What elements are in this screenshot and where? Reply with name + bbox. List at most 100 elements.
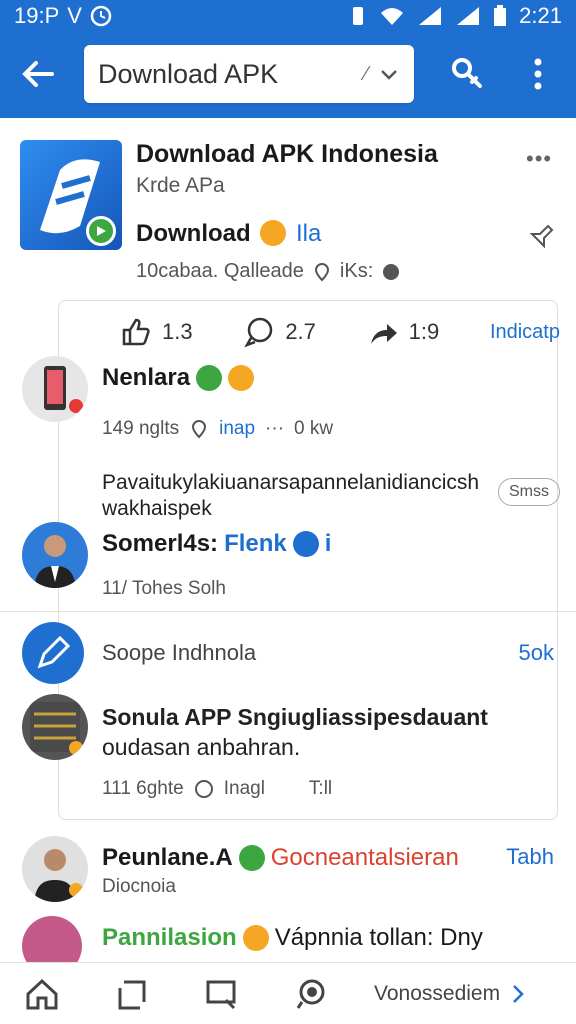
comment-item: Peunlane.A Gocneantalsieran Tabh Diocnoi… xyxy=(22,836,562,906)
app-bar: Download APK ⁄ xyxy=(0,32,576,118)
share-icon xyxy=(370,324,397,344)
inbox-icon[interactable] xyxy=(204,976,240,1012)
status-right: 2:21 xyxy=(349,3,562,29)
comment-text: Pavaitukylakiuanarsapannelanidiancicsh w… xyxy=(102,471,480,520)
avatar[interactable] xyxy=(22,522,88,588)
location-icon xyxy=(192,420,207,439)
comment-time: 11/ Tohes Solh xyxy=(102,578,226,599)
bottom-nav: Vonossediem xyxy=(0,962,576,1024)
nav-more[interactable]: Vonossediem xyxy=(374,982,526,1006)
comment-author[interactable]: Nenlara xyxy=(102,364,255,392)
more-horizontal-icon[interactable]: ••• xyxy=(526,146,552,172)
indicator-link[interactable]: Indicatp xyxy=(490,321,560,344)
see-more-pill[interactable]: Smss xyxy=(498,478,560,506)
post-time: 111 6ghte xyxy=(102,778,184,799)
author-tag[interactable]: Gocneantalsieran xyxy=(271,844,459,872)
comment-item: Somerl4s: Flenk i 11/ Tohes Solh xyxy=(22,522,562,618)
signal-icon xyxy=(419,7,442,25)
avatar[interactable] xyxy=(22,356,88,422)
comment-extra: 0 kw xyxy=(294,418,334,439)
author-tag[interactable]: Flenk xyxy=(224,530,287,558)
comment-icon xyxy=(244,317,273,348)
avatar[interactable] xyxy=(22,694,88,760)
edit-icon[interactable]: ⁄ xyxy=(365,63,368,86)
post-item: Sonula APP Sngiugliassipesdauant oudasan… xyxy=(22,694,562,814)
status-bar: 19:P V 2:21 xyxy=(0,0,576,32)
comment-time: 149 nglts xyxy=(102,418,180,439)
app-meta-tail: iKs: xyxy=(339,260,374,282)
search-input[interactable]: Download APK ⁄ xyxy=(84,45,414,103)
pin-icon[interactable] xyxy=(528,220,556,248)
like-button[interactable]: 1.3 xyxy=(120,316,193,348)
share-count: 1:9 xyxy=(408,319,440,344)
comment-meta: 149 nglts inap ··· 0 kw xyxy=(102,418,333,440)
search-icon[interactable] xyxy=(294,976,330,1012)
comment-author[interactable]: Pannilasion Vápnnia tollan: Dny xyxy=(102,924,483,952)
comment-button[interactable]: 2.7 xyxy=(243,316,316,348)
author-name: Somerl4s: xyxy=(102,530,219,557)
section-label: Soope Indhnola xyxy=(102,640,257,665)
verified-icon xyxy=(238,845,265,871)
play-badge-icon xyxy=(86,216,116,246)
pencil-icon xyxy=(22,622,84,684)
tools-icon[interactable] xyxy=(448,54,488,94)
section-header[interactable]: Soope Indhnola 5ok xyxy=(22,622,562,686)
author-name: Peunlane.A xyxy=(102,844,233,871)
ellipsis: ··· xyxy=(265,418,285,439)
comment-item: Pannilasion Vápnnia tollan: Dny xyxy=(22,916,562,976)
chevron-down-icon[interactable] xyxy=(378,63,400,85)
verified-icon xyxy=(292,531,319,557)
author-name: Pannilasion xyxy=(102,924,237,951)
nav-label-text: Vonossediem xyxy=(374,981,501,1005)
comment-meta: 11/ Tohes Solh xyxy=(102,578,226,600)
post-meta-3: T:ll xyxy=(308,778,333,799)
section-count[interactable]: 5ok xyxy=(519,640,554,666)
app-logo[interactable] xyxy=(20,140,122,250)
emoji-icon xyxy=(228,365,255,391)
post-meta-2: Inagl xyxy=(223,778,265,799)
back-arrow-icon[interactable] xyxy=(18,54,58,94)
v-icon: V xyxy=(67,3,82,28)
app-meta: 10cabaa. Qalleade iKs: xyxy=(136,260,401,283)
post-meta: 111 6ghte Inagl T:ll xyxy=(102,778,332,800)
avatar[interactable] xyxy=(22,836,88,902)
pages-icon[interactable] xyxy=(114,976,150,1012)
download-label[interactable]: Download xyxy=(136,220,251,248)
status-left: 19:P V xyxy=(14,3,112,29)
vibrate-icon xyxy=(353,7,364,25)
post-title: Sonula APP Sngiugliassipesdauant xyxy=(102,704,488,730)
comment-item: Nenlara 149 nglts inap ··· 0 kw Pavaituk… xyxy=(22,356,562,526)
app-subtitle: Krde APa xyxy=(136,174,225,197)
chevron-right-icon xyxy=(513,984,524,1003)
clock-icon xyxy=(194,780,213,798)
comment-author[interactable]: Peunlane.A Gocneantalsieran xyxy=(102,844,459,872)
comment-sub: Diocnoia xyxy=(102,876,176,897)
like-count: 1.3 xyxy=(162,319,193,344)
verified-icon xyxy=(196,365,223,391)
comment-text: Vápnnia tollan: Dny xyxy=(274,924,483,951)
more-vertical-icon[interactable] xyxy=(518,54,558,94)
author-name: Nenlara xyxy=(102,364,191,391)
wifi-icon xyxy=(381,8,404,25)
post-text: Sonula APP Sngiugliassipesdauant oudasan… xyxy=(102,702,542,762)
thumbs-up-icon xyxy=(122,318,150,346)
emoji-icon xyxy=(260,220,286,246)
chat-icon xyxy=(383,263,400,280)
app-title: Download APK Indonesia xyxy=(136,140,438,168)
battery-icon xyxy=(494,5,507,26)
clock-icon xyxy=(90,5,112,27)
search-query: Download APK xyxy=(98,58,279,89)
location-icon xyxy=(314,262,329,281)
emoji-icon xyxy=(242,925,269,951)
download-link[interactable]: Ila xyxy=(296,220,321,248)
tab-link[interactable]: Tabh xyxy=(506,844,554,870)
comment-count: 2.7 xyxy=(285,319,316,344)
share-button[interactable]: 1:9 xyxy=(367,316,440,348)
author-tag-tail: i xyxy=(324,530,332,557)
comment-author[interactable]: Somerl4s: Flenk i xyxy=(102,530,331,558)
app-meta-text: 10cabaa. Qalleade xyxy=(136,260,304,282)
comment-place[interactable]: inap xyxy=(219,418,255,440)
signal-icon-2 xyxy=(457,7,480,25)
home-icon[interactable] xyxy=(24,976,60,1012)
status-clock: 2:21 xyxy=(519,3,562,28)
